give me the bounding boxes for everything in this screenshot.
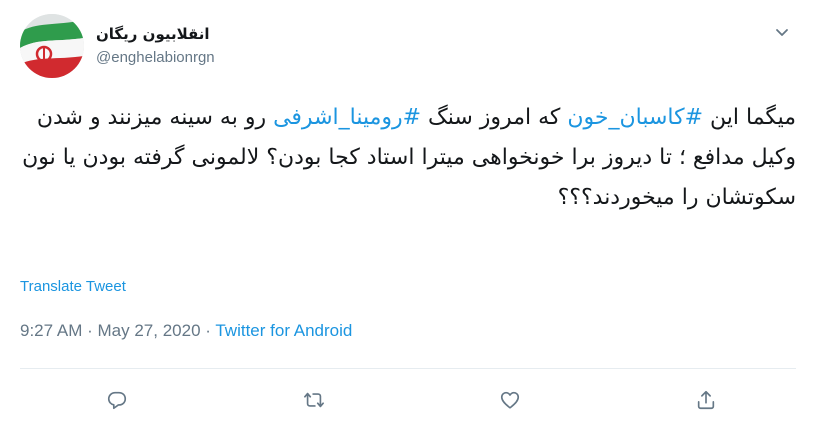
iran-flag-avatar-image	[20, 14, 84, 78]
retweet-icon[interactable]	[296, 382, 332, 418]
avatar[interactable]	[20, 14, 84, 78]
hashtag-link[interactable]: #کاسبان_خون	[567, 105, 703, 130]
meta-separator: ·	[87, 321, 93, 340]
divider	[20, 368, 796, 369]
user-handle[interactable]: @enghelabionrgn	[96, 48, 215, 68]
meta-separator: ·	[205, 321, 211, 340]
tweet-header: انقلابیون ریگان @enghelabionrgn	[20, 14, 796, 78]
display-name[interactable]: انقلابیون ریگان	[96, 24, 215, 44]
reply-icon[interactable]	[99, 382, 135, 418]
tweet-time[interactable]: 9:27 AM	[20, 321, 82, 340]
tweet-text: میگما این #کاسبان_خون که امروز سنگ #رومی…	[20, 98, 796, 218]
tweet-text-segment: که امروز سنگ	[421, 105, 568, 130]
translate-tweet-link[interactable]: Translate Tweet	[20, 278, 126, 295]
chevron-down-icon[interactable]	[768, 18, 796, 46]
source-app-link[interactable]: Twitter for Android	[215, 321, 352, 340]
tweet-meta: 9:27 AM · May 27, 2020 · Twitter for And…	[20, 321, 352, 341]
heart-icon[interactable]	[492, 382, 528, 418]
tweet-date[interactable]: May 27, 2020	[98, 321, 201, 340]
share-icon[interactable]	[688, 382, 724, 418]
hashtag-link[interactable]: #رومینا_اشرفی	[273, 105, 421, 130]
action-bar	[0, 382, 816, 422]
tweet-text-segment: میگما این	[703, 105, 796, 130]
